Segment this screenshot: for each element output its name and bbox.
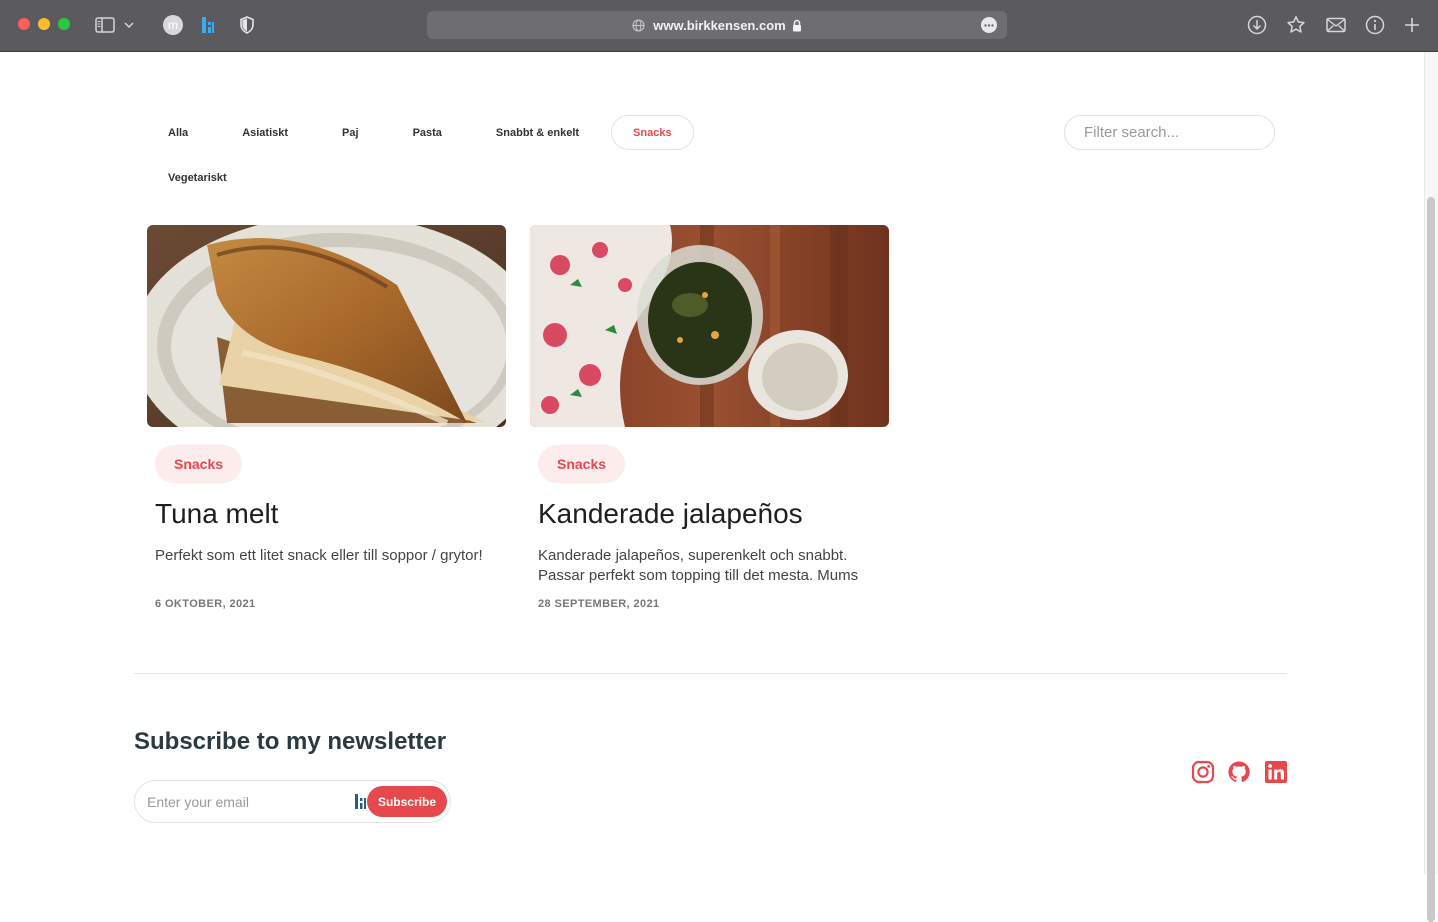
more-options-icon[interactable] [981,17,997,33]
maximize-window-button[interactable] [58,18,70,30]
browser-toolbar: m www.birkkensen.com [0,0,1438,52]
category-vegetariskt[interactable]: Vegetariskt [146,160,706,195]
category-snabbt-enkelt[interactable]: Snabbt & enkelt [474,115,601,150]
post-card[interactable]: Snacks Kanderade jalapeños Kanderade jal… [530,225,890,610]
newsletter-form: Enter your email Subscribe [134,780,451,823]
bookmark-star-icon[interactable] [1285,14,1307,36]
post-description: Perfekt som ett litet snack eller till s… [155,547,483,564]
info-icon[interactable] [1364,14,1386,36]
category-snacks[interactable]: Snacks [611,115,694,150]
chevron-down-icon[interactable] [122,14,136,36]
newsletter-title: Subscribe to my newsletter [134,728,447,755]
post-date: 28 SEPTEMBER, 2021 [538,598,660,610]
newsletter-email-input[interactable]: Enter your email [147,781,249,822]
page-content: Alla Asiatiskt Paj Pasta Snabbt & enkelt… [0,52,1424,874]
downloads-icon[interactable] [1246,14,1268,36]
post-category-badge[interactable]: Snacks [538,445,626,483]
category-alla[interactable]: Alla [146,115,210,150]
category-asiatiskt[interactable]: Asiatiskt [220,115,310,150]
new-tab-plus-icon[interactable] [1401,14,1423,36]
post-title[interactable]: Kanderade jalapeños [538,498,803,530]
linkedin-icon[interactable] [1264,760,1288,784]
password-manager-extension-icon[interactable] [197,14,219,36]
globe-icon [632,18,645,32]
post-image-tuna-melt[interactable] [147,225,506,427]
url-text: www.birkkensen.com [653,17,786,33]
post-description: Kanderade jalapeños, superenkelt och sna… [538,547,859,584]
password-manager-field-icon[interactable] [355,794,367,814]
profile-avatar-icon[interactable]: m [162,14,184,36]
post-date: 6 OKTOBER, 2021 [155,598,256,610]
scrollbar-thumb[interactable] [1427,197,1435,922]
post-image-kanderade-jalapenos[interactable] [530,225,889,427]
page-scrollbar[interactable] [1424,52,1438,922]
category-filter-list: Alla Asiatiskt Paj Pasta Snabbt & enkelt… [146,115,706,195]
lock-icon [792,19,802,32]
shield-icon[interactable] [236,14,258,36]
instagram-icon[interactable] [1191,760,1215,784]
close-window-button[interactable] [18,18,30,30]
post-title[interactable]: Tuna melt [155,498,278,530]
github-icon[interactable] [1227,760,1251,784]
category-paj[interactable]: Paj [320,115,381,150]
category-pasta[interactable]: Pasta [391,115,464,150]
avatar-letter: m [163,15,183,35]
mail-icon[interactable] [1325,14,1347,36]
minimize-window-button[interactable] [38,18,50,30]
section-divider [134,673,1287,674]
post-card[interactable]: Snacks Tuna melt Perfekt som ett litet s… [147,225,507,610]
address-bar[interactable]: www.birkkensen.com [427,11,1007,39]
post-category-badge[interactable]: Snacks [155,445,243,483]
sidebar-toggle-icon[interactable] [94,14,116,36]
subscribe-button[interactable]: Subscribe [366,786,447,817]
filter-search-input[interactable]: Filter search... [1064,115,1275,150]
